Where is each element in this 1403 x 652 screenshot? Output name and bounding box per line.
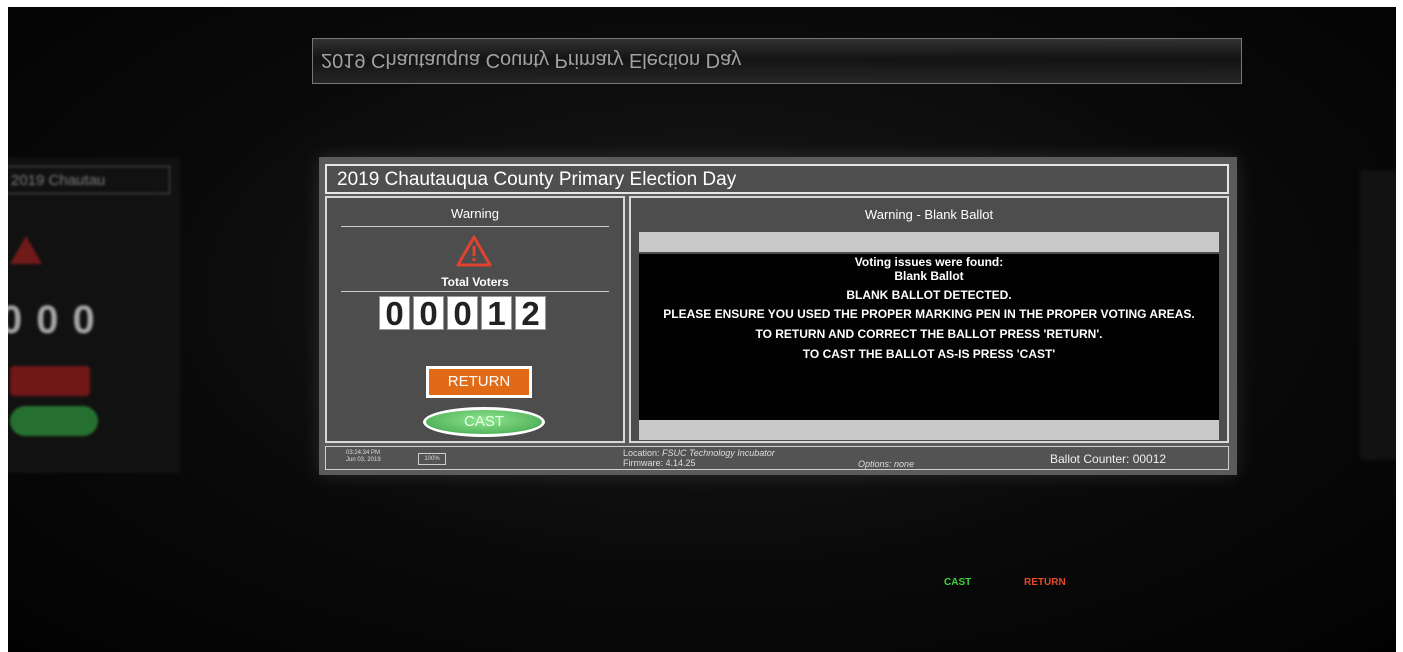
- adjacent-cast-button: [10, 406, 98, 436]
- status-time: 03:24:34 PM: [346, 450, 381, 456]
- counter-digit: 0: [379, 296, 410, 331]
- options-info: Options: none: [858, 459, 914, 469]
- cast-led-indicator: CAST: [944, 577, 972, 588]
- warning-triangle-icon: [456, 235, 492, 267]
- cast-button[interactable]: CAST: [423, 407, 545, 437]
- frame-left: [0, 0, 8, 652]
- status-date: Jun 03, 2019: [346, 457, 381, 463]
- counter-digit: 1: [481, 296, 512, 331]
- adjacent-counter: 000: [0, 298, 109, 342]
- location-label: Location:: [623, 448, 660, 458]
- return-button[interactable]: RETURN: [426, 366, 532, 398]
- ballot-counter: Ballot Counter: 00012: [1050, 452, 1167, 466]
- message-body: Voting issues were found: Blank Ballot B…: [639, 254, 1219, 420]
- message-top-strip: [639, 232, 1219, 252]
- return-led-indicator: RETURN: [1024, 577, 1066, 588]
- message-panel: Warning - Blank Ballot Voting issues wer…: [629, 196, 1229, 443]
- message-line: BLANK BALLOT DETECTED.: [846, 288, 1012, 302]
- counter-digit: 2: [515, 296, 546, 331]
- divider: [341, 291, 609, 292]
- clock: 03:24:34 PM Jun 03, 2019: [346, 450, 381, 464]
- total-voters-label: Total Voters: [441, 275, 509, 289]
- battery-icon: 100%: [418, 453, 446, 465]
- counter-digit: 0: [413, 296, 444, 331]
- message-line: Blank Ballot: [894, 269, 964, 283]
- adjacent-return-button: [10, 366, 90, 396]
- title-bar: 2019 Chautauqua County Primary Election …: [325, 164, 1229, 194]
- message-bottom-strip: [639, 420, 1219, 440]
- frame-top: [0, 0, 1403, 7]
- page-title: 2019 Chautauqua County Primary Election …: [337, 169, 737, 190]
- divider: [341, 226, 609, 227]
- message-line: Voting issues were found:: [854, 255, 1004, 269]
- reflection-text: 2019 Chautauqua County Primary Election …: [321, 49, 742, 71]
- total-voters-counter: 0 0 0 1 2: [379, 296, 546, 332]
- warning-panel: Warning Total Voters 0 0 0 1 2 RETURN CA…: [325, 196, 625, 443]
- adjacent-warning-icon: [10, 236, 42, 264]
- firmware-label: Firmware:: [623, 458, 663, 468]
- adjacent-machine-left: 2019 Chautau 000: [0, 158, 180, 473]
- options-value: none: [894, 459, 915, 469]
- frame-right: [1396, 0, 1403, 652]
- message-heading: Warning - Blank Ballot: [864, 207, 994, 222]
- message-line: TO RETURN AND CORRECT THE BALLOT PRESS '…: [755, 327, 1103, 341]
- firmware-value: 4.14.25: [665, 458, 696, 468]
- message-line: PLEASE ENSURE YOU USED THE PROPER MARKIN…: [663, 307, 1195, 321]
- message-line: TO CAST THE BALLOT AS-IS PRESS 'CAST': [802, 347, 1056, 361]
- adjacent-title: 2019 Chautau: [0, 166, 170, 194]
- location-value: FSUC Technology Incubator: [662, 448, 775, 458]
- voting-machine-screen: 2019 Chautauqua County Primary Election …: [319, 157, 1237, 475]
- warning-heading: Warning: [451, 206, 499, 221]
- screen-reflection: 2019 Chautauqua County Primary Election …: [312, 38, 1242, 84]
- location-info: Location: FSUC Technology Incubator Firm…: [623, 448, 775, 468]
- status-bar: 03:24:34 PM Jun 03, 2019 100% Location: …: [325, 446, 1229, 470]
- counter-digit: 0: [447, 296, 478, 331]
- options-label: Options:: [858, 459, 892, 469]
